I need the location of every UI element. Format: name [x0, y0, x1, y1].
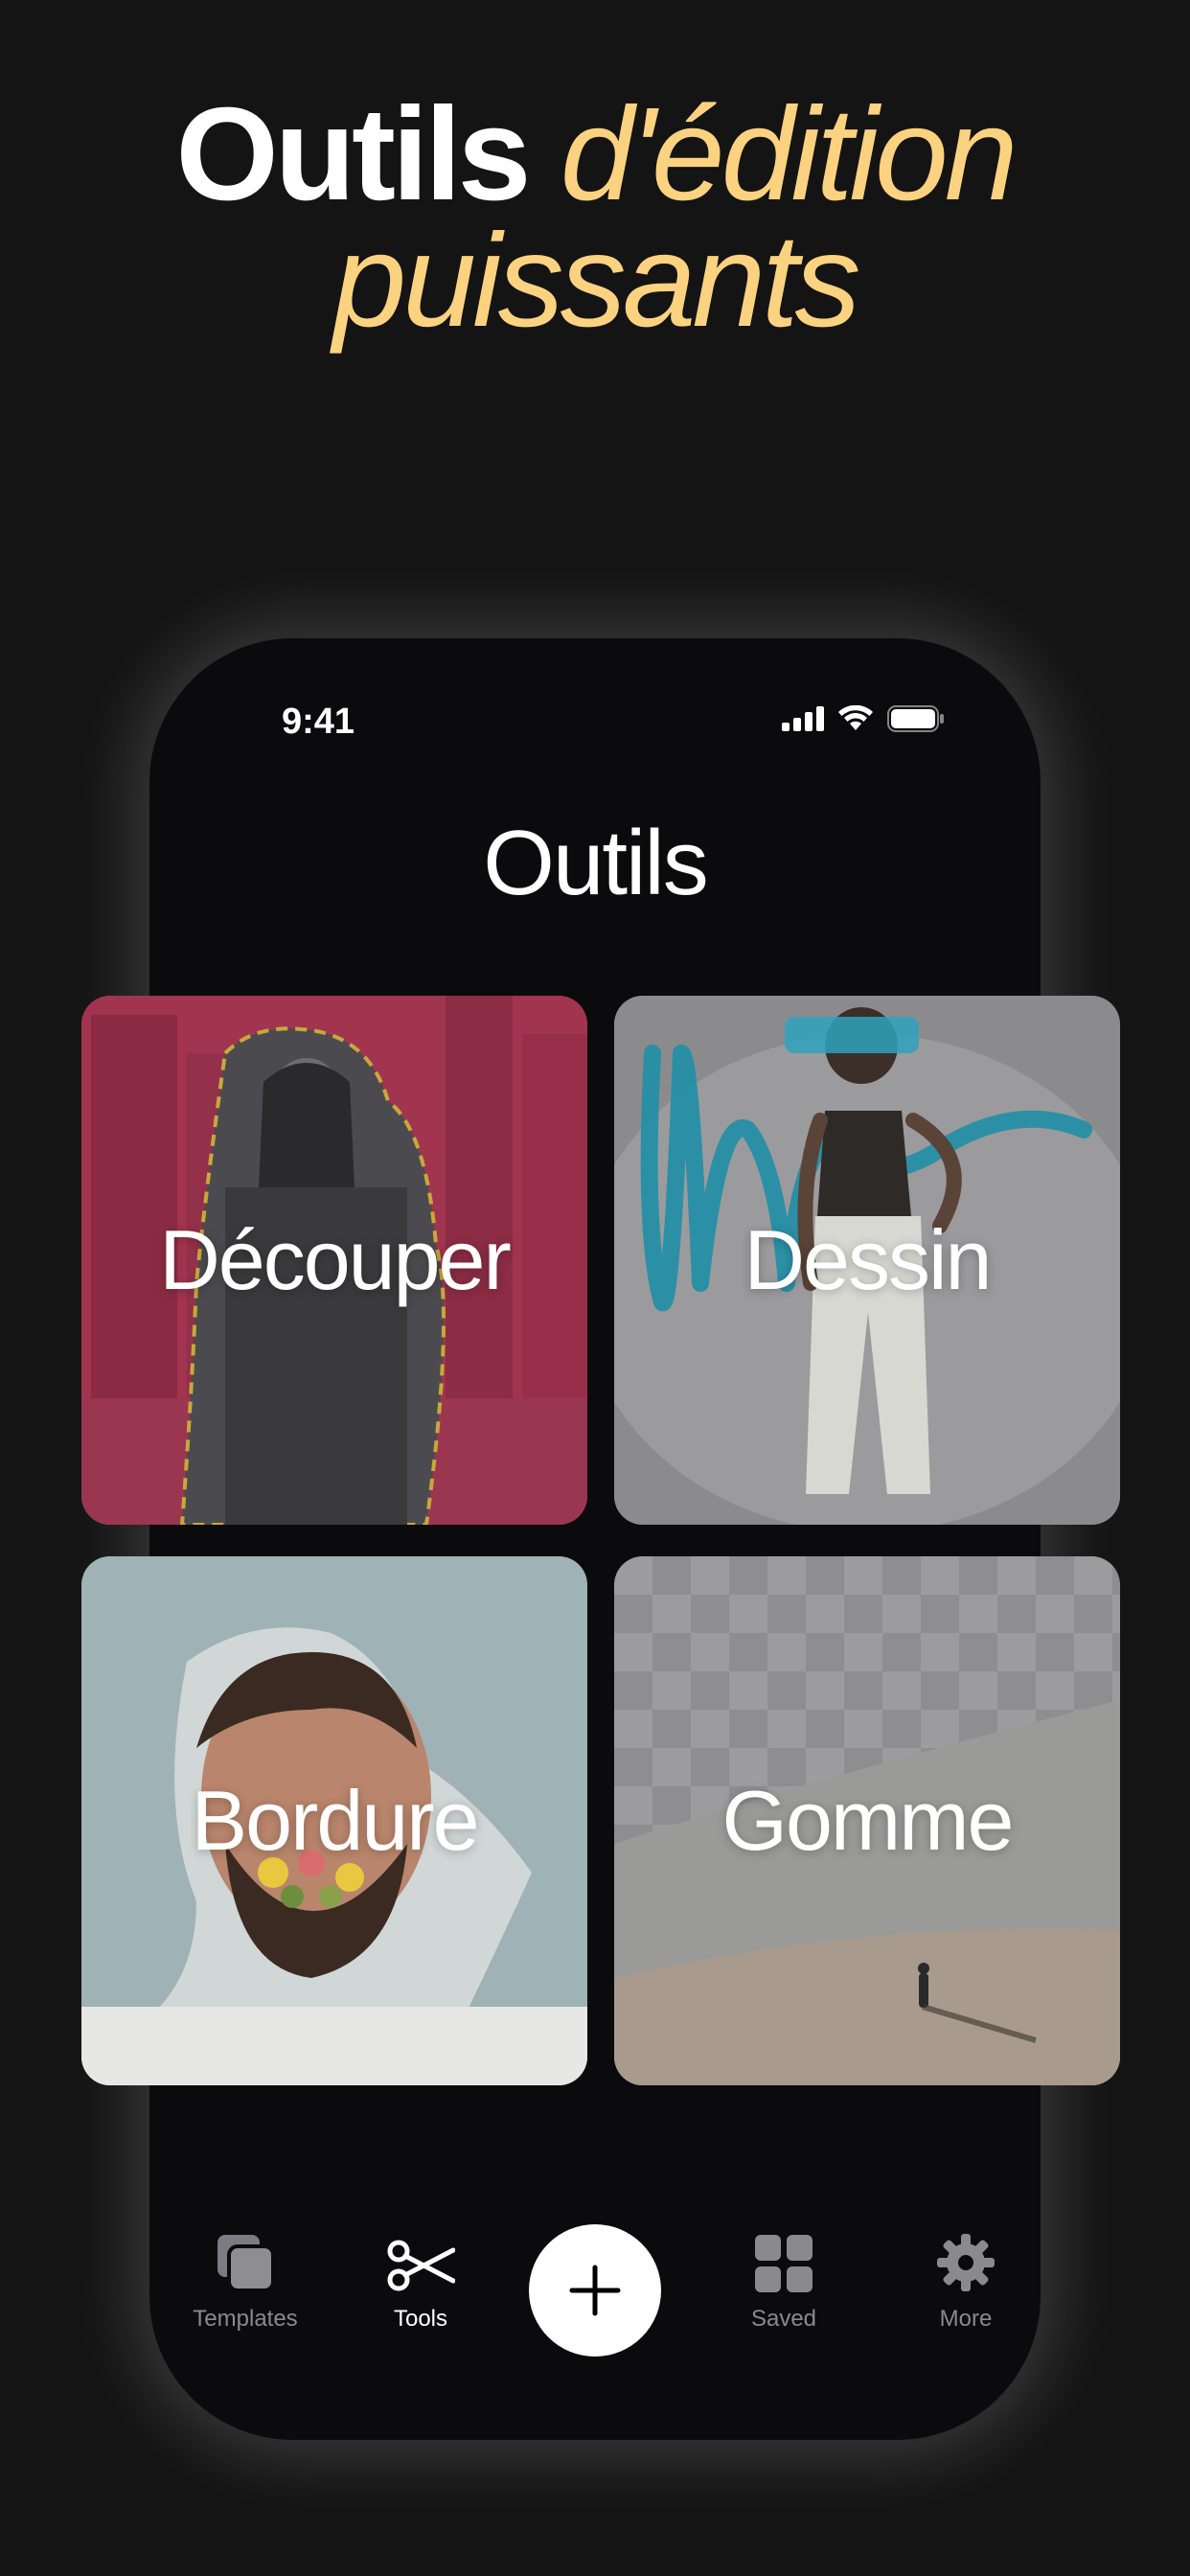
- battery-icon: [887, 705, 944, 732]
- grid-icon: [707, 2221, 860, 2292]
- tool-card-border[interactable]: Bordure: [81, 1556, 587, 2085]
- tab-more-label: More: [939, 2306, 993, 2332]
- headline-line-2: puissants: [0, 215, 1190, 347]
- phone-frame: 9:41 Outils Templates Tools Saved More: [149, 638, 1041, 2440]
- plus-icon: [569, 2265, 621, 2316]
- signal-icon: [782, 706, 824, 731]
- headline-yellow-word-1: d'édition: [560, 80, 1018, 228]
- tool-card-cut-label: Découper: [159, 1212, 512, 1307]
- tool-card-draw-label: Dessin: [744, 1212, 993, 1307]
- scissors-icon: [344, 2221, 497, 2292]
- wifi-icon: [838, 705, 873, 730]
- headline: Outils d'édition puissants: [0, 88, 1190, 347]
- tab-tools-label: Tools: [393, 2306, 448, 2332]
- status-icons: [782, 705, 945, 732]
- tool-card-eraser[interactable]: Gomme: [614, 1556, 1120, 2085]
- screen-title: Outils: [483, 812, 708, 914]
- tab-templates[interactable]: Templates: [169, 2221, 322, 2333]
- tool-card-border-label: Bordure: [191, 1773, 479, 1868]
- tool-card-draw[interactable]: Dessin: [614, 996, 1120, 1525]
- tab-more[interactable]: More: [889, 2221, 1042, 2333]
- templates-icon: [169, 2221, 322, 2292]
- gear-icon: [889, 2221, 1042, 2292]
- tool-card-cut[interactable]: Découper: [81, 996, 587, 1525]
- tool-card-eraser-label: Gomme: [721, 1773, 1015, 1868]
- tab-saved-label: Saved: [750, 2306, 817, 2332]
- headline-white-word: Outils: [175, 80, 531, 228]
- tab-saved[interactable]: Saved: [707, 2221, 860, 2333]
- status-bar: 9:41: [149, 696, 1041, 763]
- tab-bar: Templates Tools Saved More: [149, 2221, 1041, 2375]
- tab-tools[interactable]: Tools: [344, 2221, 497, 2333]
- status-time: 9:41: [282, 702, 355, 742]
- create-button[interactable]: [529, 2224, 661, 2357]
- headline-line-1: Outils d'édition: [0, 88, 1190, 220]
- headline-yellow-word-2: puissants: [332, 207, 861, 355]
- app-store-screenshot: Outils d'édition puissants 9:41 Outils T…: [0, 0, 1190, 2576]
- tab-templates-label: Templates: [193, 2306, 298, 2332]
